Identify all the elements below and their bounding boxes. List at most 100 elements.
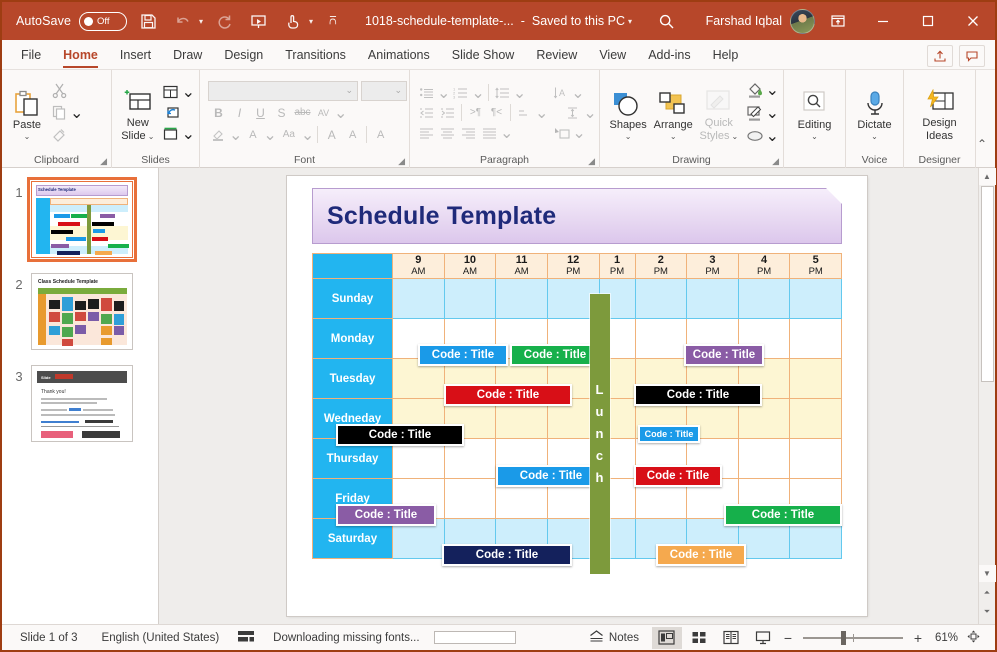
clear-formatting-icon[interactable]: A — [370, 125, 391, 145]
notes-button[interactable]: Notes — [571, 630, 651, 645]
user-name[interactable]: Farshad Iqbal — [690, 14, 790, 28]
drawing-dialog-launcher-icon[interactable]: ◢ — [772, 156, 779, 167]
thumbnail-item-2[interactable]: 2 Class Schedule Template — [2, 258, 158, 350]
scroll-down-icon[interactable]: ▼ — [979, 565, 996, 582]
tab-design[interactable]: Design — [213, 41, 274, 69]
convert-to-smartart-icon[interactable] — [551, 123, 572, 143]
event-block-monday-2[interactable]: Code : Title — [510, 344, 600, 366]
slide-thumbnail-panel[interactable]: 1 Schedule Template — [2, 168, 159, 624]
document-name[interactable]: 1018-schedule-template-... — [365, 14, 514, 28]
quick-styles-dropdown-icon[interactable]: ⌄ — [732, 133, 739, 141]
numbering-dropdown-icon[interactable]: ⌄ — [471, 83, 484, 103]
slide-show-view-icon[interactable] — [748, 627, 778, 649]
zoom-level[interactable]: 61% — [927, 632, 966, 644]
highlight-dropdown-icon[interactable]: ⌄ — [229, 125, 242, 145]
shape-effects-dropdown-icon[interactable]: ⌄ — [766, 126, 779, 146]
bold-button[interactable]: B — [208, 103, 229, 123]
dictate-dropdown-icon[interactable]: ⌄ — [871, 133, 878, 141]
paragraph-dialog-launcher-icon[interactable]: ◢ — [588, 156, 595, 167]
next-slide-icon[interactable]: ⏷ — [979, 603, 996, 620]
design-ideas-button[interactable]: Design Ideas — [916, 81, 962, 145]
bullets-icon[interactable] — [416, 83, 437, 103]
underline-button[interactable]: U — [250, 103, 271, 123]
event-block-friday-1[interactable]: Code : Title — [336, 504, 436, 526]
slide-canvas[interactable]: Schedule Template 9AM 10AM 11AM 12PM 1PM… — [287, 176, 867, 616]
shapes-button[interactable]: Shapes ⌄ — [606, 83, 650, 143]
avatar[interactable] — [790, 9, 815, 34]
text-box-margins-dropdown-icon[interactable]: ⌄ — [583, 103, 596, 123]
cell-friday-10am[interactable] — [444, 479, 496, 519]
justify-icon[interactable] — [479, 123, 500, 143]
align-center-icon[interactable] — [437, 123, 458, 143]
reading-view-icon[interactable] — [716, 627, 746, 649]
shape-fill-dropdown-icon[interactable]: ⌄ — [766, 80, 779, 100]
align-right-icon[interactable] — [458, 123, 479, 143]
align-left-icon[interactable] — [416, 123, 437, 143]
line-spacing-icon[interactable] — [492, 83, 513, 103]
shape-effects-icon[interactable] — [744, 125, 766, 146]
copy-icon[interactable] — [48, 102, 70, 123]
event-block-tuesday-1[interactable]: Code : Title — [444, 384, 572, 406]
slide-layout-icon[interactable] — [160, 81, 182, 102]
save-location-dropdown-icon[interactable]: ▾ — [628, 17, 632, 26]
tab-slide-show[interactable]: Slide Show — [441, 41, 526, 69]
cell-monday-5pm[interactable] — [790, 319, 842, 359]
redo-icon[interactable] — [211, 8, 237, 34]
cell-sunday-5pm[interactable] — [790, 279, 842, 319]
cell-sunday-4pm[interactable] — [738, 279, 790, 319]
text-box-margins-icon[interactable] — [562, 103, 583, 123]
thumbnail-item-3[interactable]: 3 Slide Thank you! — [2, 350, 158, 442]
tab-transitions[interactable]: Transitions — [274, 41, 357, 69]
touch-mode-icon[interactable] — [279, 8, 305, 34]
cell-sunday-10am[interactable] — [444, 279, 496, 319]
change-case-dropdown-icon[interactable]: ⌄ — [301, 125, 314, 145]
slide-counter[interactable]: Slide 1 of 3 — [8, 632, 90, 644]
zoom-slider-track[interactable] — [803, 637, 903, 639]
canvas-vertical-scrollbar[interactable]: ▲ ▼ ⏶ ⏷ — [978, 168, 995, 624]
collapse-ribbon-icon[interactable]: ⌃ — [977, 137, 987, 151]
cell-sunday-2pm[interactable] — [635, 279, 687, 319]
thumbnail-3[interactable]: Slide Thank you! — [31, 365, 133, 442]
event-block-tuesday-2[interactable]: Code : Title — [634, 384, 762, 406]
clipboard-dialog-launcher-icon[interactable]: ◢ — [100, 156, 107, 167]
save-location[interactable]: Saved to this PC — [532, 14, 625, 28]
tab-home[interactable]: Home — [52, 41, 109, 69]
tab-add-ins[interactable]: Add-ins — [637, 41, 701, 69]
arrange-button[interactable]: Arrange ⌄ — [650, 83, 696, 143]
ltr-icon[interactable]: ¶< — [486, 103, 507, 123]
smartart-dropdown-icon[interactable]: ⌄ — [572, 123, 585, 143]
font-color-dropdown-icon[interactable]: ⌄ — [263, 125, 276, 145]
cell-thursday-4pm[interactable] — [738, 439, 790, 479]
slide-title-shape[interactable]: Schedule Template — [312, 188, 842, 244]
event-block-monday-3[interactable]: Code : Title — [684, 344, 764, 366]
maximize-icon[interactable] — [905, 2, 950, 40]
thumbnail-1[interactable]: Schedule Template — [31, 181, 133, 258]
start-presentation-icon[interactable] — [245, 8, 271, 34]
section-icon[interactable] — [160, 123, 182, 144]
increase-indent-icon[interactable] — [437, 103, 458, 123]
cell-sunday-9am[interactable] — [393, 279, 445, 319]
undo-icon[interactable] — [169, 8, 195, 34]
paste-dropdown-icon[interactable]: ⌄ — [24, 133, 31, 141]
cell-sunday-11am[interactable] — [496, 279, 548, 319]
text-direction-icon[interactable]: A — [550, 83, 571, 103]
arrange-dropdown-icon[interactable]: ⌄ — [670, 133, 677, 141]
font-size-input[interactable]: ⌄ — [361, 81, 407, 101]
text-highlight-icon[interactable] — [208, 125, 229, 145]
customize-qat-icon[interactable]: ⩃ — [329, 15, 337, 28]
shape-outline-dropdown-icon[interactable]: ⌄ — [766, 103, 779, 123]
zoom-in-button[interactable]: + — [909, 630, 927, 646]
paste-button[interactable]: Paste ⌄ — [6, 83, 48, 143]
autosave-toggle[interactable]: Off — [79, 12, 127, 31]
scrollbar-thumb[interactable] — [981, 186, 994, 382]
strikethrough-button[interactable]: abc — [292, 103, 313, 123]
editing-dropdown-icon[interactable]: ⌄ — [811, 133, 818, 141]
event-block-wednesday-1[interactable]: Code : Title — [336, 424, 464, 446]
search-icon[interactable] — [644, 2, 690, 40]
character-spacing-dropdown-icon[interactable]: ⌄ — [334, 103, 347, 123]
line-spacing-dropdown-icon[interactable]: ⌄ — [513, 83, 526, 103]
normal-view-icon[interactable] — [652, 627, 682, 649]
lunch-column[interactable]: L u n c h — [590, 294, 610, 574]
decrease-indent-icon[interactable] — [416, 103, 437, 123]
cell-tuesday-5pm[interactable] — [790, 359, 842, 399]
